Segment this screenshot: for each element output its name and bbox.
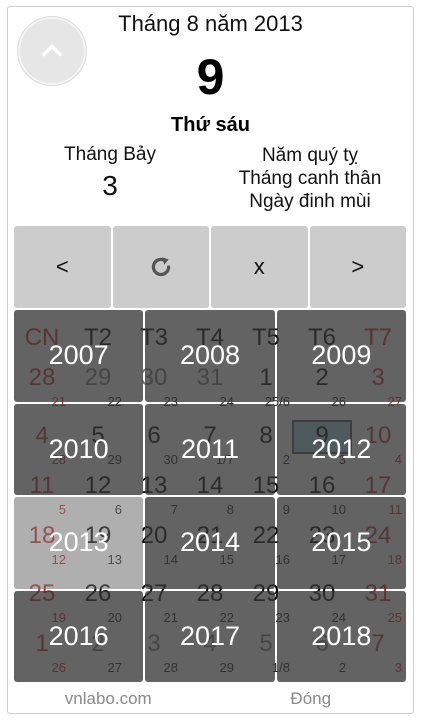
close-x-button[interactable]: x [211,226,308,308]
year-picker: 2007 2008 2009 2010 2011 2012 2013 2014 … [14,310,406,682]
year-option[interactable]: 2017 [145,590,275,682]
prev-button[interactable]: < [14,226,111,308]
lunar-month-name: Tháng Bảy [64,144,156,165]
year-option[interactable]: 2016 [14,590,144,682]
can-chi-info: Năm quý tỵ Tháng canh thân Ngày đinh mùi [220,144,400,213]
day-can-chi: Ngày đinh mùi [249,191,371,212]
refresh-icon [151,257,170,277]
nav-bar: < x > [14,226,406,308]
month-can-chi: Tháng canh thân [238,168,382,189]
lunar-date: Tháng Bảy 3 [30,144,190,202]
next-button[interactable]: > [309,226,406,308]
lunar-day: 3 [102,170,118,201]
year-option[interactable]: 2018 [276,590,406,682]
weekday-label: Thứ sáu [171,114,250,136]
day-number: 9 [196,49,225,105]
year-option[interactable]: 2014 [145,497,275,589]
month-title: Tháng 8 năm 2013 [118,11,303,36]
year-option[interactable]: 2011 [145,403,275,495]
year-option[interactable]: 2008 [145,310,275,402]
year-option[interactable]: 2012 [276,403,406,495]
year-option[interactable]: 2015 [276,497,406,589]
website-link[interactable]: vnlabo.com [7,686,210,712]
year-option-selected[interactable]: 2013 [14,497,144,589]
year-name: Năm quý tỵ [261,145,359,166]
dialog-footer: vnlabo.com Đóng [7,686,412,712]
refresh-button[interactable] [112,226,209,308]
year-option[interactable]: 2010 [14,403,144,495]
year-option[interactable]: 2007 [14,310,144,402]
year-option[interactable]: 2009 [276,310,406,402]
close-button[interactable]: Đóng [210,686,413,712]
